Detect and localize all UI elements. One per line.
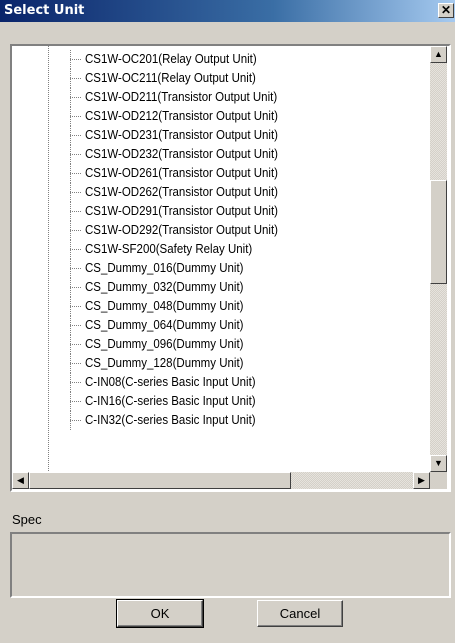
tree-branch-connector bbox=[70, 325, 82, 326]
tree-item-label: CS1W-OD232(Transistor Output Unit) bbox=[85, 147, 279, 161]
tree-list: CS1W-OC201(Relay Output Unit) CS1W-OC211(… bbox=[12, 50, 422, 430]
tree-item[interactable]: CS1W-OD291(Transistor Output Unit) bbox=[12, 202, 422, 221]
tree-branch-connector bbox=[70, 268, 82, 269]
ok-button[interactable]: OK bbox=[116, 599, 204, 628]
tree-branch-connector bbox=[70, 59, 82, 60]
vertical-scrollbar[interactable]: ▲ ▼ bbox=[430, 46, 447, 472]
arrow-up-icon: ▲ bbox=[434, 49, 443, 59]
tree-item[interactable]: CS1W-OD232(Transistor Output Unit) bbox=[12, 145, 422, 164]
close-button[interactable]: ✕ bbox=[438, 3, 454, 18]
tree-item-label: CS1W-OD291(Transistor Output Unit) bbox=[85, 204, 279, 218]
tree-item[interactable]: CS1W-OD211(Transistor Output Unit) bbox=[12, 88, 422, 107]
tree-item-label: CS_Dummy_016(Dummy Unit) bbox=[85, 261, 244, 275]
tree-item-label: CS1W-OD261(Transistor Output Unit) bbox=[85, 166, 279, 180]
tree-branch-connector bbox=[70, 211, 82, 212]
tree-item[interactable]: CS1W-SF200(Safety Relay Unit) bbox=[12, 240, 422, 259]
tree-item[interactable]: CS1W-OD292(Transistor Output Unit) bbox=[12, 221, 422, 240]
tree-branch-connector bbox=[70, 249, 82, 250]
tree-item[interactable]: CS_Dummy_096(Dummy Unit) bbox=[12, 335, 422, 354]
vertical-scroll-thumb[interactable] bbox=[430, 180, 447, 284]
tree-branch-connector bbox=[70, 78, 82, 79]
tree-branch-connector bbox=[70, 135, 82, 136]
horizontal-scrollbar[interactable]: ◀ ▶ bbox=[12, 472, 430, 489]
tree-branch-connector bbox=[70, 401, 82, 402]
tree-item-label: CS_Dummy_096(Dummy Unit) bbox=[85, 337, 244, 351]
tree-item-label: CS1W-OC201(Relay Output Unit) bbox=[85, 52, 257, 66]
tree-branch-connector bbox=[70, 306, 82, 307]
tree-item-label: CS_Dummy_128(Dummy Unit) bbox=[85, 356, 244, 370]
tree-branch-connector bbox=[70, 363, 82, 364]
tree-item[interactable]: CS_Dummy_048(Dummy Unit) bbox=[12, 297, 422, 316]
tree-item[interactable]: CS1W-OC211(Relay Output Unit) bbox=[12, 69, 422, 88]
scroll-right-button[interactable]: ▶ bbox=[413, 472, 430, 489]
tree-item-label: CS1W-OD262(Transistor Output Unit) bbox=[85, 185, 279, 199]
tree-branch-connector bbox=[70, 230, 82, 231]
scroll-down-button[interactable]: ▼ bbox=[430, 455, 447, 472]
tree-item[interactable]: CS1W-OD231(Transistor Output Unit) bbox=[12, 126, 422, 145]
tree-item[interactable]: C-IN32(C-series Basic Input Unit) bbox=[12, 411, 422, 430]
tree-item-label: CS_Dummy_064(Dummy Unit) bbox=[85, 318, 244, 332]
tree-item-label: C-IN32(C-series Basic Input Unit) bbox=[85, 413, 256, 427]
tree-branch-connector bbox=[70, 154, 82, 155]
tree-item[interactable]: CS_Dummy_032(Dummy Unit) bbox=[12, 278, 422, 297]
tree-item-label: CS1W-OD212(Transistor Output Unit) bbox=[85, 109, 279, 123]
tree-item[interactable]: C-IN16(C-series Basic Input Unit) bbox=[12, 392, 422, 411]
select-unit-dialog: Select Unit ✕ CS1W-OC201(Relay Output Un… bbox=[0, 0, 455, 643]
horizontal-scroll-thumb[interactable] bbox=[29, 472, 291, 489]
tree-item-label: CS1W-OD211(Transistor Output Unit) bbox=[85, 90, 278, 104]
tree-item[interactable]: CS_Dummy_016(Dummy Unit) bbox=[12, 259, 422, 278]
cancel-button[interactable]: Cancel bbox=[257, 600, 343, 627]
spec-field bbox=[10, 532, 451, 598]
tree-item[interactable]: CS_Dummy_064(Dummy Unit) bbox=[12, 316, 422, 335]
tree-item-label: CS1W-OC211(Relay Output Unit) bbox=[85, 71, 256, 85]
scroll-left-button[interactable]: ◀ bbox=[12, 472, 29, 489]
arrow-left-icon: ◀ bbox=[17, 475, 24, 485]
tree-item-label: C-IN08(C-series Basic Input Unit) bbox=[85, 375, 256, 389]
title-bar[interactable]: Select Unit ✕ bbox=[0, 0, 455, 22]
tree-branch-connector bbox=[70, 382, 82, 383]
tree-item[interactable]: CS1W-OD212(Transistor Output Unit) bbox=[12, 107, 422, 126]
scrollbar-corner bbox=[430, 472, 447, 489]
arrow-down-icon: ▼ bbox=[434, 458, 443, 468]
unit-tree[interactable]: CS1W-OC201(Relay Output Unit) CS1W-OC211(… bbox=[10, 44, 451, 492]
tree-branch-connector bbox=[70, 173, 82, 174]
tree-item-label: CS_Dummy_032(Dummy Unit) bbox=[85, 280, 244, 294]
tree-item-label: C-IN16(C-series Basic Input Unit) bbox=[85, 394, 256, 408]
scroll-up-button[interactable]: ▲ bbox=[430, 46, 447, 63]
tree-item-label: CS_Dummy_048(Dummy Unit) bbox=[85, 299, 244, 313]
tree-branch-connector bbox=[70, 420, 82, 421]
tree-item[interactable]: CS1W-OC201(Relay Output Unit) bbox=[12, 50, 422, 69]
tree-branch-connector bbox=[70, 192, 82, 193]
window-title: Select Unit bbox=[4, 3, 85, 18]
spec-label: Spec bbox=[12, 512, 42, 527]
tree-item[interactable]: CS1W-OD261(Transistor Output Unit) bbox=[12, 164, 422, 183]
tree-item[interactable]: CS1W-OD262(Transistor Output Unit) bbox=[12, 183, 422, 202]
tree-branch-connector bbox=[70, 116, 82, 117]
tree-branch-connector bbox=[70, 344, 82, 345]
tree-item[interactable]: C-IN08(C-series Basic Input Unit) bbox=[12, 373, 422, 392]
close-icon: ✕ bbox=[440, 3, 452, 17]
tree-branch-connector bbox=[70, 97, 82, 98]
tree-item-label: CS1W-OD231(Transistor Output Unit) bbox=[85, 128, 279, 142]
tree-item-label: CS1W-OD292(Transistor Output Unit) bbox=[85, 223, 279, 237]
tree-branch-connector bbox=[70, 287, 82, 288]
tree-item-label: CS1W-SF200(Safety Relay Unit) bbox=[85, 242, 253, 256]
tree-item[interactable]: CS_Dummy_128(Dummy Unit) bbox=[12, 354, 422, 373]
arrow-right-icon: ▶ bbox=[418, 475, 425, 485]
